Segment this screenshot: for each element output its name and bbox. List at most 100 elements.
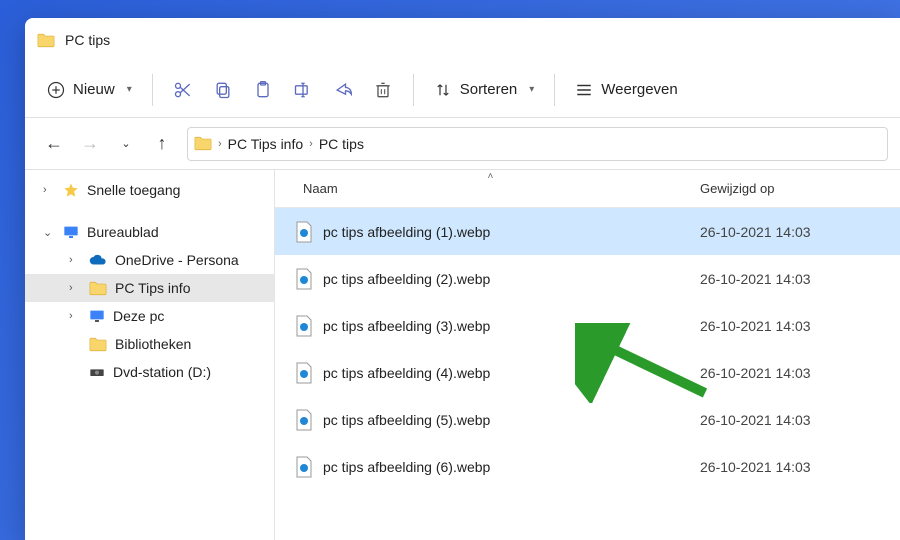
back-button[interactable]: ←: [37, 127, 71, 161]
copy-button[interactable]: [203, 70, 243, 110]
webp-file-icon: [295, 221, 313, 243]
breadcrumb-segment[interactable]: PC Tips info: [228, 136, 303, 152]
share-button[interactable]: [323, 70, 363, 110]
file-date: 26-10-2021 14:03: [700, 365, 900, 381]
chevron-down-icon: ⌄: [43, 226, 55, 239]
file-row[interactable]: pc tips afbeelding (5).webp 26-10-2021 1…: [275, 396, 900, 443]
sort-button[interactable]: Sorteren ▾: [424, 75, 545, 105]
trash-icon: [373, 80, 393, 100]
file-row[interactable]: pc tips afbeelding (2).webp 26-10-2021 1…: [275, 255, 900, 302]
file-date: 26-10-2021 14:03: [700, 271, 900, 287]
file-name: pc tips afbeelding (1).webp: [323, 224, 490, 240]
rename-icon: [293, 80, 313, 100]
disc-drive-icon: [89, 365, 105, 379]
column-modified[interactable]: Gewijzigd op: [700, 181, 900, 196]
nav-arrows: ← → ⌄ ↑: [37, 127, 179, 161]
column-headers: ˄ Naam Gewijzigd op: [275, 170, 900, 208]
file-list-pane: ˄ Naam Gewijzigd op pc tips afbeelding (…: [275, 170, 900, 540]
address-bar[interactable]: › PC Tips info › PC tips: [187, 127, 888, 161]
forward-button[interactable]: →: [73, 127, 107, 161]
new-label: Nieuw: [73, 81, 115, 98]
window-title: PC tips: [65, 32, 110, 48]
sort-asc-icon: ˄: [488, 171, 494, 182]
scissors-icon: [173, 80, 193, 100]
titlebar: PC tips: [25, 18, 900, 62]
new-button[interactable]: Nieuw ▾: [37, 75, 142, 105]
column-name[interactable]: ˄ Naam: [275, 181, 700, 196]
webp-file-icon: [295, 315, 313, 337]
separator: [152, 74, 153, 106]
sidebar-item-desktop[interactable]: ⌄ Bureaublad: [25, 218, 274, 246]
sidebar-item-onedrive[interactable]: › OneDrive - Persona: [25, 246, 274, 274]
up-button[interactable]: ↑: [145, 127, 179, 161]
sidebar-label: Bibliotheken: [115, 336, 191, 352]
paste-button[interactable]: [243, 70, 283, 110]
folder-icon: [37, 33, 55, 48]
sidebar-label: Dvd-station (D:): [113, 364, 211, 380]
chevron-right-icon: ›: [309, 138, 313, 150]
star-icon: [63, 182, 79, 198]
chevron-down-icon: ▾: [127, 84, 132, 95]
sidebar-label: PC Tips info: [115, 280, 190, 296]
file-row[interactable]: pc tips afbeelding (4).webp 26-10-2021 1…: [275, 349, 900, 396]
breadcrumb-segment[interactable]: PC tips: [319, 136, 364, 152]
libraries-icon: [89, 337, 107, 352]
copy-icon: [213, 80, 233, 100]
chevron-right-icon: ›: [218, 138, 222, 150]
rename-button[interactable]: [283, 70, 323, 110]
webp-file-icon: [295, 409, 313, 431]
sidebar-label: OneDrive - Persona: [115, 252, 239, 268]
sidebar-item-quick-access[interactable]: › Snelle toegang: [25, 176, 274, 204]
sidebar-label: Snelle toegang: [87, 182, 180, 198]
view-icon: [575, 81, 593, 99]
file-name: pc tips afbeelding (6).webp: [323, 459, 490, 475]
delete-button[interactable]: [363, 70, 403, 110]
folder-icon: [89, 281, 107, 296]
folder-icon: [194, 136, 212, 151]
cut-button[interactable]: [163, 70, 203, 110]
navigation-row: ← → ⌄ ↑ › PC Tips info › PC tips: [25, 118, 900, 170]
cloud-icon: [89, 254, 107, 266]
plus-circle-icon: [47, 81, 65, 99]
view-button[interactable]: Weergeven: [565, 75, 687, 105]
webp-file-icon: [295, 268, 313, 290]
file-row[interactable]: pc tips afbeelding (3).webp 26-10-2021 1…: [275, 302, 900, 349]
clipboard-icon: [253, 80, 273, 100]
chevron-right-icon: ›: [69, 254, 81, 266]
sidebar-item-pctips[interactable]: › PC Tips info: [25, 274, 274, 302]
webp-file-icon: [295, 456, 313, 478]
sidebar-label: Bureaublad: [87, 224, 159, 240]
file-name: pc tips afbeelding (4).webp: [323, 365, 490, 381]
file-date: 26-10-2021 14:03: [700, 412, 900, 428]
sidebar: › Snelle toegang ⌄ Bureaublad › OneDrive…: [25, 170, 275, 540]
recent-button[interactable]: ⌄: [109, 127, 143, 161]
file-date: 26-10-2021 14:03: [700, 459, 900, 475]
sidebar-item-dvd[interactable]: › Dvd-station (D:): [25, 358, 274, 386]
file-name: pc tips afbeelding (2).webp: [323, 271, 490, 287]
webp-file-icon: [295, 362, 313, 384]
chevron-right-icon: ›: [69, 310, 81, 322]
sort-label: Sorteren: [460, 81, 518, 98]
chevron-right-icon: ›: [69, 282, 81, 294]
share-icon: [333, 80, 353, 100]
sidebar-item-libraries[interactable]: › Bibliotheken: [25, 330, 274, 358]
desktop-icon: [63, 225, 79, 239]
file-name: pc tips afbeelding (3).webp: [323, 318, 490, 334]
separator: [413, 74, 414, 106]
content: › Snelle toegang ⌄ Bureaublad › OneDrive…: [25, 170, 900, 540]
sidebar-label: Deze pc: [113, 308, 164, 324]
chevron-down-icon: ▾: [529, 84, 534, 95]
file-explorer-window: PC tips Nieuw ▾ Sorteren: [25, 18, 900, 540]
sort-icon: [434, 81, 452, 99]
file-row[interactable]: pc tips afbeelding (1).webp 26-10-2021 1…: [275, 208, 900, 255]
chevron-right-icon: ›: [43, 184, 55, 196]
view-label: Weergeven: [601, 81, 677, 98]
file-name: pc tips afbeelding (5).webp: [323, 412, 490, 428]
file-date: 26-10-2021 14:03: [700, 318, 900, 334]
separator: [554, 74, 555, 106]
sidebar-item-thispc[interactable]: › Deze pc: [25, 302, 274, 330]
monitor-icon: [89, 309, 105, 323]
file-date: 26-10-2021 14:03: [700, 224, 900, 240]
file-row[interactable]: pc tips afbeelding (6).webp 26-10-2021 1…: [275, 443, 900, 490]
file-list: pc tips afbeelding (1).webp 26-10-2021 1…: [275, 208, 900, 540]
